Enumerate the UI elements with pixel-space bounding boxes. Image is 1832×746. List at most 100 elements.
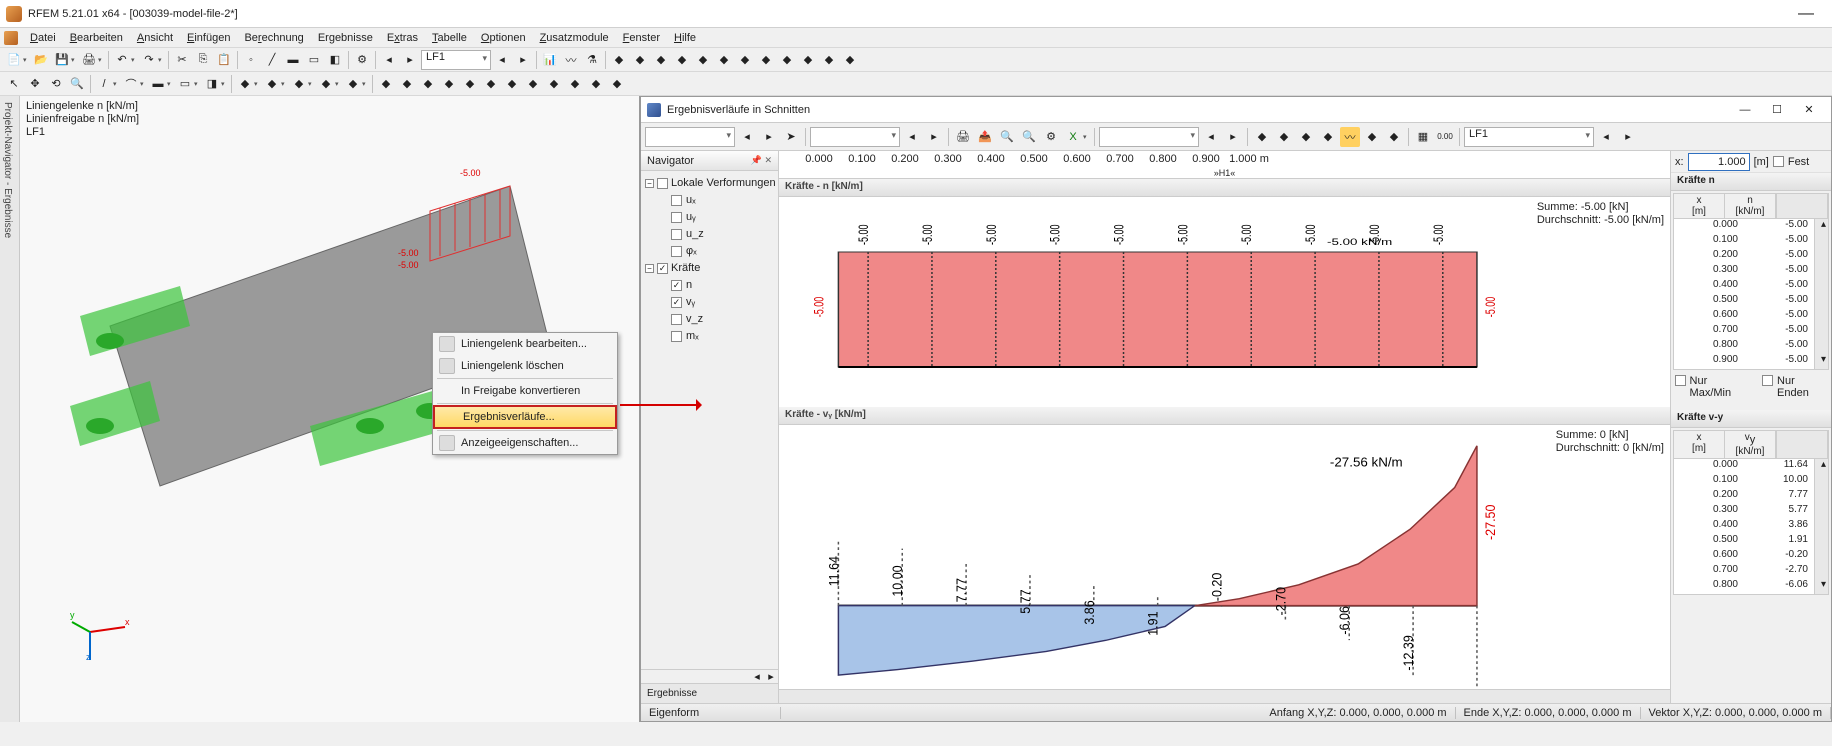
tb-redo-icon[interactable]: ↷ xyxy=(139,50,159,70)
table-row[interactable]: 0.800-6.06▾ xyxy=(1674,579,1828,594)
fest-checkbox[interactable] xyxy=(1773,156,1784,167)
dlg-misc-icon[interactable]: ◆ xyxy=(1296,127,1316,147)
menu-tabelle[interactable]: Tabelle xyxy=(426,30,473,46)
dlg-misc-icon[interactable]: ◆ xyxy=(1274,127,1294,147)
dlg-next3-icon[interactable]: ▸ xyxy=(1223,127,1243,147)
hscroll-right-icon[interactable]: ▸ xyxy=(764,670,778,683)
dlg-next2-icon[interactable]: ▸ xyxy=(924,127,944,147)
menu-ansicht[interactable]: Ansicht xyxy=(131,30,179,46)
tree-leaf-mx[interactable]: mₓ xyxy=(643,328,776,345)
tb-paste-icon[interactable]: 📋 xyxy=(214,50,234,70)
tb2-surface-icon[interactable]: ◨ xyxy=(202,74,222,94)
tb2-misc-icon[interactable]: ◆ xyxy=(586,74,606,94)
tree-leaf-uy[interactable]: uᵧ xyxy=(643,209,776,226)
hscroll-left-icon[interactable]: ◂ xyxy=(750,670,764,683)
dlg-print-icon[interactable]: 🖨 xyxy=(953,127,973,147)
table-row[interactable]: 0.700-2.70 xyxy=(1674,564,1828,579)
tb-solid-icon[interactable]: ◧ xyxy=(325,50,345,70)
dialog-maximize-button[interactable]: ☐ xyxy=(1761,100,1793,120)
tb-member-icon[interactable]: ▬ xyxy=(283,50,303,70)
tb2-misc-icon[interactable]: ◆ xyxy=(376,74,396,94)
tb-new-icon[interactable]: 📄 xyxy=(4,50,24,70)
tb2-misc-icon[interactable]: ◆ xyxy=(460,74,480,94)
nur-max-checkbox[interactable] xyxy=(1675,375,1686,386)
tb-filter-icon[interactable]: ⚗ xyxy=(582,50,602,70)
cm-result-diagrams[interactable]: Ergebnisverläufe... xyxy=(433,405,617,429)
tree-node-forces[interactable]: −✓Kräfte xyxy=(643,260,776,277)
cm-display-props[interactable]: Anzeigeeigenschaften... xyxy=(433,432,617,454)
dlg-go-icon[interactable]: ➤ xyxy=(781,127,801,147)
dlg-settings-icon[interactable]: ⚙ xyxy=(1041,127,1061,147)
tree-node-deform[interactable]: −Lokale Verformungen xyxy=(643,175,776,192)
tb-misc-icon[interactable]: ◆ xyxy=(672,50,692,70)
table-row[interactable]: 0.300-5.00 xyxy=(1674,264,1828,279)
navigator-tab-results[interactable]: Ergebnisse xyxy=(641,683,778,703)
tb2-zoom-icon[interactable]: 🔍 xyxy=(67,74,87,94)
tb2-misc-icon[interactable]: ◆ xyxy=(607,74,627,94)
dlg-smooth-icon[interactable]: 〰 xyxy=(1340,127,1360,147)
tb-save-icon[interactable]: 💾 xyxy=(52,50,72,70)
tb-misc-icon[interactable]: ◆ xyxy=(651,50,671,70)
nur-enden-checkbox[interactable] xyxy=(1762,375,1773,386)
table-row[interactable]: 0.3005.77 xyxy=(1674,504,1828,519)
dlg-table-icon[interactable]: ▦ xyxy=(1413,127,1433,147)
tree-leaf-vy[interactable]: ✓vᵧ xyxy=(643,294,776,311)
dlg-prev-icon[interactable]: ◂ xyxy=(737,127,757,147)
table-row[interactable]: 0.900-5.00▾ xyxy=(1674,354,1828,369)
tb-loadcase-combo[interactable]: LF1 xyxy=(421,50,491,70)
tb-misc-icon[interactable]: ◆ xyxy=(840,50,860,70)
table-row[interactable]: 0.10010.00 xyxy=(1674,474,1828,489)
tb-cut-icon[interactable]: ✂ xyxy=(172,50,192,70)
tb-calc-icon[interactable]: ⚙ xyxy=(352,50,372,70)
dlg-combo-2[interactable] xyxy=(810,127,900,147)
table-row[interactable]: 0.800-5.00 xyxy=(1674,339,1828,354)
dlg-zoomfit-icon[interactable]: 🔍 xyxy=(997,127,1017,147)
table-row[interactable]: 0.000-5.00▴ xyxy=(1674,219,1828,234)
menu-ergebnisse[interactable]: Ergebnisse xyxy=(312,30,379,46)
tree-leaf-ux[interactable]: uₓ xyxy=(643,192,776,209)
tb-copy-icon[interactable]: ⎘ xyxy=(193,50,213,70)
tree-leaf-n[interactable]: ✓n xyxy=(643,277,776,294)
tb2-misc-icon[interactable]: ◆ xyxy=(418,74,438,94)
tb-misc-icon[interactable]: ◆ xyxy=(819,50,839,70)
dlg-lf-combo[interactable]: LF1 xyxy=(1464,127,1594,147)
project-navigator-tab[interactable]: Projekt-Navigator - Ergebnisse xyxy=(0,96,20,722)
tb-next-icon[interactable]: ▸ xyxy=(400,50,420,70)
tb-results-icon[interactable]: 📊 xyxy=(540,50,560,70)
dlg-prev3-icon[interactable]: ◂ xyxy=(1201,127,1221,147)
tb2-misc-icon[interactable]: ◆ xyxy=(235,74,255,94)
tb-misc-icon[interactable]: ◆ xyxy=(735,50,755,70)
dlg-misc-icon[interactable]: ◆ xyxy=(1318,127,1338,147)
menu-einfuegen[interactable]: Einfügen xyxy=(181,30,236,46)
dialog-minimize-button[interactable]: — xyxy=(1729,100,1761,120)
table-row[interactable]: 0.400-5.00 xyxy=(1674,279,1828,294)
table-row[interactable]: 0.600-5.00 xyxy=(1674,309,1828,324)
tb2-misc-icon[interactable]: ◆ xyxy=(439,74,459,94)
tb-misc-icon[interactable]: ◆ xyxy=(609,50,629,70)
dlg-next-icon[interactable]: ▸ xyxy=(759,127,779,147)
table-row[interactable]: 0.700-5.00 xyxy=(1674,324,1828,339)
cm-edit-hinge[interactable]: Liniengelenk bearbeiten... xyxy=(433,333,617,355)
tb2-misc-icon[interactable]: ◆ xyxy=(523,74,543,94)
charts-hscroll[interactable] xyxy=(779,689,1670,703)
chart-vy-area[interactable]: Summe: 0 [kN] Durchschnitt: 0 [kN/m] 11.… xyxy=(779,425,1670,689)
dlg-misc-icon[interactable]: ◆ xyxy=(1252,127,1272,147)
menu-fenster[interactable]: Fenster xyxy=(617,30,666,46)
tb2-member-icon[interactable]: ▬ xyxy=(148,74,168,94)
tb-prev2-icon[interactable]: ◂ xyxy=(492,50,512,70)
table-row[interactable]: 0.4003.86 xyxy=(1674,519,1828,534)
tb2-misc-icon[interactable]: ◆ xyxy=(565,74,585,94)
table-row[interactable]: 0.600-0.20 xyxy=(1674,549,1828,564)
tb2-misc-icon[interactable]: ◆ xyxy=(289,74,309,94)
tb-misc-icon[interactable]: ◆ xyxy=(756,50,776,70)
table-row[interactable]: 0.500-5.00 xyxy=(1674,294,1828,309)
dlg-misc-icon[interactable]: ◆ xyxy=(1384,127,1404,147)
tb2-misc-icon[interactable]: ◆ xyxy=(343,74,363,94)
dlg-export-icon[interactable]: 📤 xyxy=(975,127,995,147)
tree-leaf-vz[interactable]: v_z xyxy=(643,311,776,328)
tb-misc-icon[interactable]: ◆ xyxy=(630,50,650,70)
dlg-zoomin-icon[interactable]: 🔍 xyxy=(1019,127,1039,147)
dlg-prev2-icon[interactable]: ◂ xyxy=(902,127,922,147)
dlg-combo-3[interactable] xyxy=(1099,127,1199,147)
tb2-misc-icon[interactable]: ◆ xyxy=(544,74,564,94)
